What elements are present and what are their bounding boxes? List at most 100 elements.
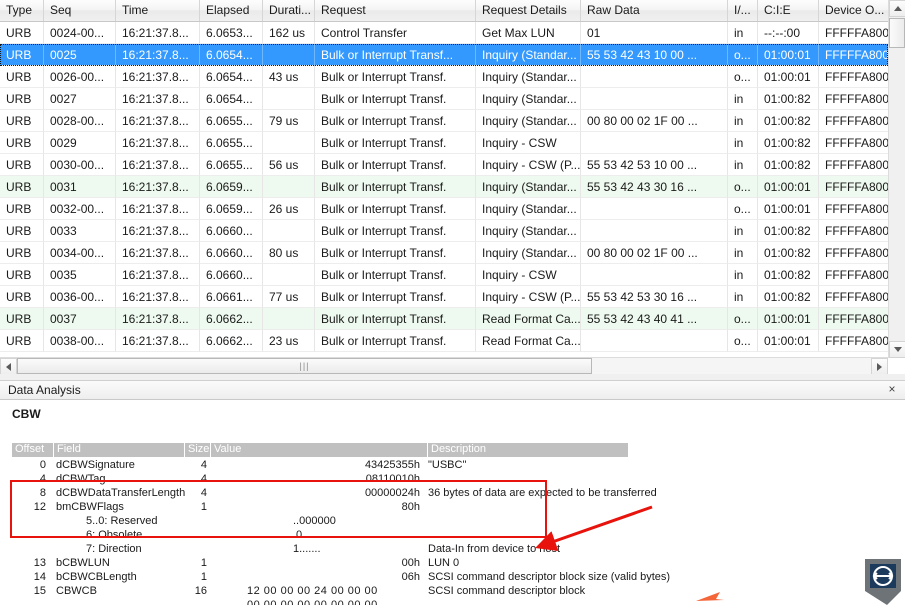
table-cell: 6.0659... — [200, 176, 263, 198]
analysis-row[interactable]: 00 00 00 00 00 00 00 00 — [12, 598, 882, 605]
table-row[interactable]: URB 0029 16:21:37.8... 6.0655... Bulk or Int… — [0, 132, 888, 154]
table-cell: FFFFFA800. — [819, 308, 888, 330]
table-cell: Bulk or Interrupt Transf. — [315, 88, 476, 110]
table-cell: Bulk or Interrupt Transf. — [315, 198, 476, 220]
analysis-column-header-size[interactable]: Size — [185, 443, 211, 457]
table-row[interactable]: URB 0028-00... 16:21:37.8... 6.0655... 79 us… — [0, 110, 888, 132]
analysis-row[interactable]: 7: Direction 1....... Data-In from device … — [12, 542, 882, 556]
table-row[interactable]: URB 0024-00... 16:21:37.8... 6.0653... 162 u… — [0, 22, 888, 44]
table-cell: Inquiry (Standar... — [476, 176, 581, 198]
table-cell: 0036-00... — [44, 286, 116, 308]
table-cell: 6.0654... — [200, 44, 263, 66]
analysis-table-rows[interactable]: 0 dCBWSignature 4 43425355h "USBC" 4 dCBWTag 4 0… — [12, 458, 882, 605]
table-cell: FFFFFA800. — [819, 154, 888, 176]
vertical-scroll-thumb[interactable] — [889, 18, 905, 48]
table-row[interactable]: URB 0038-00... 16:21:37.8... 6.0662... 23 us… — [0, 330, 888, 352]
table-cell: 0038-00... — [44, 330, 116, 352]
table-cell: Inquiry (Standar... — [476, 88, 581, 110]
table-cell: Get Max LUN — [476, 22, 581, 44]
column-header-c-i-e[interactable]: C:I:E — [758, 0, 819, 21]
data-analysis-body[interactable]: CBW Offset Field Size Value Description 0 dCB… — [0, 401, 888, 605]
column-header-device-o[interactable]: Device O... — [819, 0, 888, 21]
panel-title-label: Data Analysis — [8, 383, 81, 397]
table-cell: 01:00:82 — [758, 88, 819, 110]
analysis-row[interactable]: 12 bmCBWFlags 1 80h — [12, 500, 882, 514]
column-header-raw-data[interactable]: Raw Data — [581, 0, 728, 21]
table-cell — [581, 132, 728, 154]
analysis-offset-cell — [12, 528, 50, 542]
table-cell: FFFFFA800. — [819, 132, 888, 154]
table-row[interactable]: URB 0027 16:21:37.8... 6.0654... Bulk or Int… — [0, 88, 888, 110]
analysis-column-header-field[interactable]: Field — [54, 443, 185, 457]
table-row[interactable]: URB 0033 16:21:37.8... 6.0660... Bulk or Int… — [0, 220, 888, 242]
column-header-elapsed[interactable]: Elapsed — [200, 0, 263, 21]
analysis-offset-cell: 12 — [33, 501, 46, 513]
horizontal-scroll-thumb[interactable]: ||| — [17, 358, 592, 374]
analysis-column-header-value[interactable]: Value — [211, 443, 428, 457]
analysis-description-cell: "USBC" — [428, 459, 467, 471]
table-cell: URB — [0, 110, 44, 132]
table-row[interactable]: URB 0026-00... 16:21:37.8... 6.0654... 43 us… — [0, 66, 888, 88]
column-header-time[interactable]: Time — [116, 0, 200, 21]
scroll-left-arrow-icon[interactable] — [0, 358, 17, 374]
analysis-size-cell: 1 — [200, 501, 207, 513]
table-cell: 6.0662... — [200, 330, 263, 352]
analysis-row[interactable]: 6: Obsolete .0...... — [12, 528, 882, 542]
table-cell: 16:21:37.8... — [116, 88, 200, 110]
column-header-i[interactable]: I/... — [728, 0, 758, 21]
table-row[interactable]: URB 0037 16:21:37.8... 6.0662... Bulk or Int… — [0, 308, 888, 330]
column-header-request-details[interactable]: Request Details — [476, 0, 581, 21]
table-cell: Bulk or Interrupt Transf. — [315, 308, 476, 330]
analysis-field-cell: 7: Direction — [86, 543, 142, 555]
column-header-type[interactable]: Type — [0, 0, 44, 21]
table-cell: 01:00:01 — [758, 66, 819, 88]
scroll-right-arrow-icon[interactable] — [871, 358, 888, 374]
table-cell: URB — [0, 176, 44, 198]
analysis-value-cell: 08110010h — [365, 473, 420, 485]
scroll-down-arrow-icon[interactable] — [889, 341, 905, 358]
table-row[interactable]: URB 0036-00... 16:21:37.8... 6.0661... 77 us… — [0, 286, 888, 308]
analysis-row[interactable]: 14 bCBWCBLength 1 06h SCSI command descripto… — [12, 570, 882, 584]
table-row[interactable]: URB 0034-00... 16:21:37.8... 6.0660... 80 us… — [0, 242, 888, 264]
analysis-row[interactable]: 4 dCBWTag 4 08110010h — [12, 472, 882, 486]
packet-grid-horizontal-scrollbar[interactable]: ||| — [0, 357, 888, 374]
scroll-up-arrow-icon[interactable] — [889, 0, 905, 17]
column-header-request[interactable]: Request — [315, 0, 476, 21]
analysis-field-cell: 5..0: Reserved — [86, 515, 158, 527]
table-cell: 16:21:37.8... — [116, 132, 200, 154]
table-cell: 0030-00... — [44, 154, 116, 176]
table-cell: 16:21:37.8... — [116, 330, 200, 352]
analysis-row[interactable]: 0 dCBWSignature 4 43425355h "USBC" — [12, 458, 882, 472]
table-cell: Bulk or Interrupt Transf... — [315, 44, 476, 66]
analysis-column-header-offset[interactable]: Offset — [12, 443, 54, 457]
analysis-row[interactable]: 15 CBWCB 16 12 00 00 00 24 00 00 00 SCSI com… — [12, 584, 882, 598]
cbw-section-label: CBW — [12, 407, 41, 421]
analysis-column-header-description[interactable]: Description — [428, 443, 629, 457]
table-cell: 16:21:37.8... — [116, 110, 200, 132]
packet-grid-body[interactable]: URB 0024-00... 16:21:37.8... 6.0653... 162 u… — [0, 22, 888, 352]
table-row[interactable]: URB 0035 16:21:37.8... 6.0660... Bulk or Int… — [0, 264, 888, 286]
table-row[interactable]: URB 0031 16:21:37.8... 6.0659... Bulk or Int… — [0, 176, 888, 198]
packet-grid-vertical-scrollbar[interactable] — [888, 0, 905, 358]
table-row[interactable]: URB 0032-00... 16:21:37.8... 6.0659... 26 us… — [0, 198, 888, 220]
table-cell: Inquiry - CSW — [476, 264, 581, 286]
table-cell: Bulk or Interrupt Transf. — [315, 110, 476, 132]
table-cell: FFFFFA800. — [819, 286, 888, 308]
column-header-durati[interactable]: Durati... — [263, 0, 315, 21]
close-icon[interactable]: × — [885, 383, 899, 397]
analysis-size-cell: 1 — [200, 571, 207, 583]
table-row[interactable]: URB 0030-00... 16:21:37.8... 6.0655... 56 us… — [0, 154, 888, 176]
table-cell: 01:00:82 — [758, 220, 819, 242]
column-header-seq[interactable]: Seq — [44, 0, 116, 21]
table-cell: 55 53 42 43 10 00 ... — [581, 44, 728, 66]
analysis-row[interactable]: 13 bCBWLUN 1 00h LUN 0 — [12, 556, 882, 570]
table-cell: FFFFFA800. — [819, 66, 888, 88]
analysis-field-cell: bmCBWFlags — [56, 501, 124, 513]
table-row[interactable]: URB 0025 16:21:37.8... 6.0654... Bulk or Int… — [0, 44, 888, 66]
analysis-row[interactable]: 8 dCBWDataTransferLength 4 00000024h 36 byte… — [12, 486, 882, 500]
horizontal-scroll-track[interactable] — [592, 358, 871, 374]
analysis-size-cell: 1 — [200, 557, 207, 569]
table-cell: Bulk or Interrupt Transf. — [315, 176, 476, 198]
analysis-row[interactable]: 5..0: Reserved ..000000 — [12, 514, 882, 528]
packet-list-panel: Type Seq Time Elapsed Durati... Request Reques… — [0, 0, 905, 374]
